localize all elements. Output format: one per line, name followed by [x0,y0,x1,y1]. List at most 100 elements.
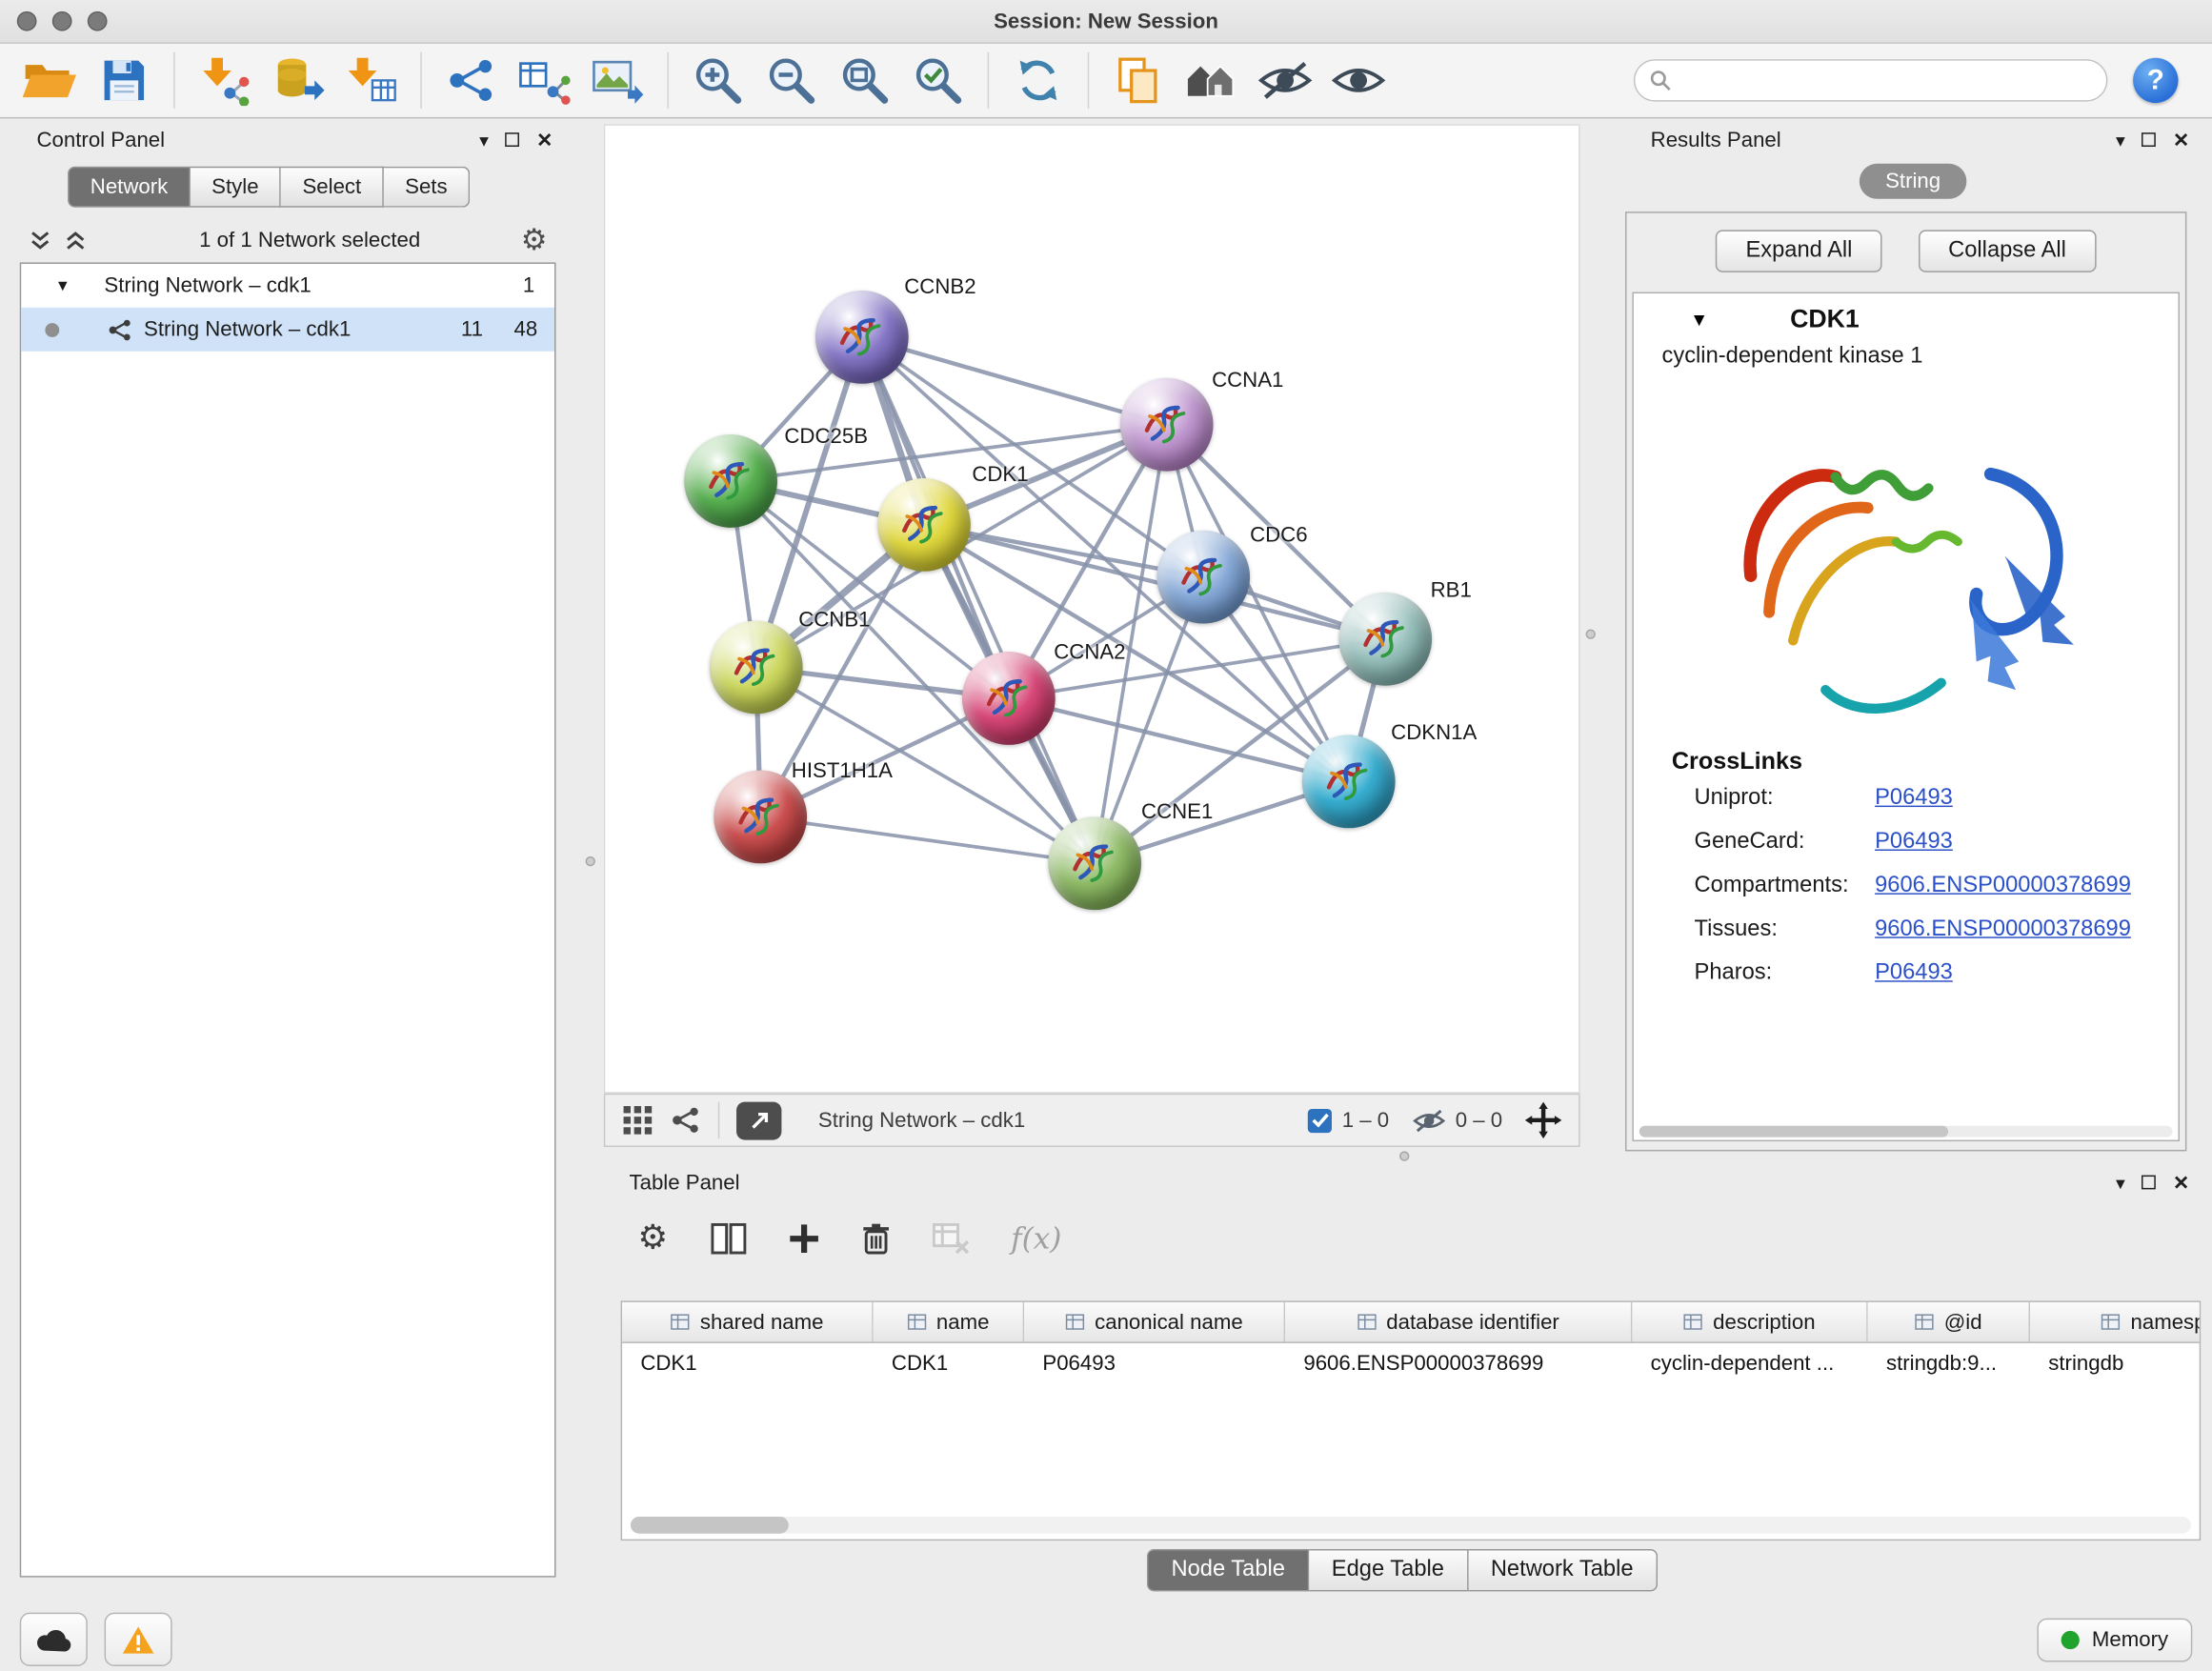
float-panel-icon[interactable] [506,132,520,147]
results-horizontal-scrollbar[interactable] [1639,1126,2173,1137]
close-panel-icon[interactable]: ✕ [2173,1173,2189,1193]
help-button[interactable]: ? [2133,58,2178,103]
tab-select[interactable]: Select [281,167,384,208]
export-network-button[interactable] [508,48,581,112]
table-cell[interactable]: CDK1 [874,1343,1024,1384]
cloud-button[interactable] [20,1613,88,1666]
open-session-button[interactable] [14,48,88,112]
column-header-namespace[interactable]: namespace [2030,1302,2201,1341]
tab-edge-table[interactable]: Edge Table [1309,1549,1468,1591]
network-node-CCNA2[interactable] [962,652,1056,745]
tree-expand-icon[interactable]: ▼ [55,277,70,294]
right-splitter-handle[interactable] [1586,629,1596,638]
string-tab-badge[interactable]: String [1860,164,1965,199]
close-panel-icon[interactable]: ✕ [2173,130,2189,150]
show-all-button[interactable] [1322,48,1396,112]
table-row[interactable]: CDK1CDK1P064939606.ENSP00000378699cyclin… [622,1343,2200,1384]
delete-column-icon[interactable] [861,1221,890,1256]
table-horizontal-scrollbar[interactable] [631,1517,2191,1534]
table-cell[interactable]: stringdb [2030,1343,2201,1384]
network-node-CDK1[interactable] [877,478,971,572]
hidden-eye-slash-icon[interactable] [1412,1107,1446,1134]
import-table-button[interactable] [334,48,408,112]
warnings-button[interactable] [105,1613,172,1666]
close-panel-icon[interactable]: ✕ [536,130,553,150]
tab-network-table[interactable]: Network Table [1468,1549,1658,1591]
network-options-gear-icon[interactable]: ⚙ [521,225,548,254]
network-node-RB1[interactable] [1338,593,1432,686]
column-header-shared-name[interactable]: shared name [622,1302,874,1341]
export-image-button[interactable] [581,48,654,112]
import-network-database-button[interactable] [261,48,334,112]
network-table-icon [517,55,571,106]
crosslink-link[interactable]: P06493 [1875,960,1953,986]
table-cell[interactable]: P06493 [1024,1343,1285,1384]
column-header-name[interactable]: name [874,1302,1024,1341]
memory-button[interactable]: Memory [2037,1618,2192,1661]
save-session-button[interactable] [88,48,161,112]
network-overview-icon[interactable] [670,1106,701,1135]
network-node-CCNE1[interactable] [1048,816,1141,910]
collapse-all-button[interactable]: Collapse All [1919,230,2096,272]
left-splitter-handle[interactable] [586,856,595,866]
network-node-HIST1H1A[interactable] [714,771,807,864]
float-panel-icon[interactable] [2142,1176,2156,1190]
search-input[interactable] [1680,68,2092,93]
network-canvas[interactable]: CCNB2CCNA1CDC25BCDK1CDC6RB1CCNB1CCNA2CDK… [604,124,1580,1093]
column-header-database-identifier[interactable]: database identifier [1285,1302,1632,1341]
apply-layout-button[interactable] [1001,48,1075,112]
table-cell[interactable]: CDK1 [622,1343,874,1384]
expand-all-networks-icon[interactable] [64,230,88,251]
tab-style[interactable]: Style [191,167,281,208]
detach-view-button[interactable] [736,1101,781,1139]
crosslink-link[interactable]: 9606.ENSP00000378699 [1875,916,2131,942]
crosslink-link[interactable]: P06493 [1875,829,1953,855]
zoom-selected-button[interactable] [901,48,975,112]
pan-tool-icon[interactable] [1525,1102,1562,1139]
search-box[interactable] [1634,59,2108,101]
table-cell[interactable]: stringdb:9... [1868,1343,2030,1384]
panel-menu-icon[interactable]: ▾ [2116,1173,2125,1191]
tab-sets[interactable]: Sets [384,167,470,208]
create-column-icon[interactable] [788,1223,819,1255]
network-node-CDC25B[interactable] [684,434,777,528]
tab-network[interactable]: Network [68,167,191,208]
table-cell[interactable]: 9606.ENSP00000378699 [1285,1343,1632,1384]
hide-selected-button[interactable] [1249,48,1322,112]
protein-thumbnail-icon [893,493,955,555]
column-header-canonical-name[interactable]: canonical name [1024,1302,1285,1341]
network-collection-row[interactable]: ▼ String Network – cdk1 1 [21,264,554,308]
network-row[interactable]: String Network – cdk1 11 48 [21,308,554,352]
network-node-CCNB1[interactable] [710,621,803,715]
show-columns-icon[interactable] [711,1223,746,1255]
section-collapse-icon[interactable]: ▼ [1690,309,1708,330]
tab-node-table[interactable]: Node Table [1147,1549,1309,1591]
network-node-CDC6[interactable] [1156,531,1250,624]
new-network-button[interactable] [434,48,508,112]
horizontal-splitter-handle[interactable] [1399,1151,1409,1160]
collapse-all-networks-icon[interactable] [29,230,52,251]
zoom-fit-button[interactable] [828,48,901,112]
import-network-file-button[interactable] [188,48,261,112]
expand-all-button[interactable]: Expand All [1716,230,1881,272]
grid-view-icon[interactable] [622,1105,654,1137]
crosslink-link[interactable]: 9606.ENSP00000378699 [1875,873,2131,898]
table-cell[interactable]: cyclin-dependent ... [1632,1343,1867,1384]
node-table[interactable]: shared namenamecanonical namedatabase id… [621,1300,2202,1540]
column-header--id[interactable]: @id [1868,1302,2030,1341]
network-node-CCNA1[interactable] [1120,378,1214,472]
selected-nodes-checkbox[interactable] [1308,1108,1332,1132]
network-node-CCNB2[interactable] [815,291,909,384]
panel-menu-icon[interactable]: ▾ [479,131,489,149]
crosslink-link[interactable]: P06493 [1875,785,1953,811]
zoom-in-button[interactable] [681,48,754,112]
table-options-gear-icon[interactable]: ⚙ [637,1221,668,1256]
column-header-description[interactable]: description [1632,1302,1867,1341]
node-label-CCNB1: CCNB1 [798,608,870,632]
float-panel-icon[interactable] [2142,132,2156,147]
panel-menu-icon[interactable]: ▾ [2116,131,2125,149]
zoom-out-button[interactable] [754,48,828,112]
first-neighbors-button[interactable] [1176,48,1249,112]
duplicate-button[interactable] [1102,48,1176,112]
network-node-CDKN1A[interactable] [1302,735,1396,829]
